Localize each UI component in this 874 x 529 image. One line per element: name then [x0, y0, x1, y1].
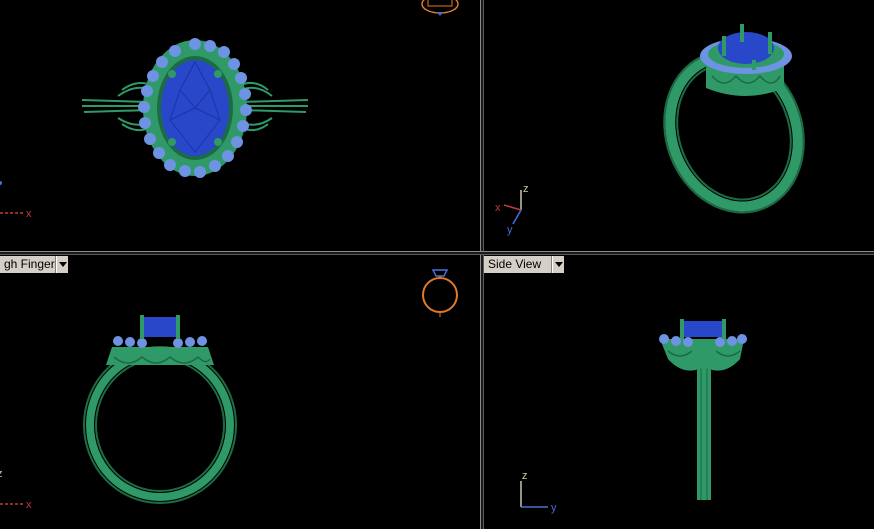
ring-gizmo-icon[interactable] [421, 0, 459, 16]
axis-indicator-side [520, 481, 548, 508]
viewport-front[interactable]: x z gh Finger [0, 255, 480, 529]
view-dropdown-icon[interactable] [56, 256, 68, 273]
head-front [106, 315, 214, 365]
axis-indicator-top [0, 181, 24, 214]
axis-triad-perspective [503, 190, 522, 225]
axis-z-label: z [522, 470, 528, 482]
viewport-side[interactable]: z y Side View [484, 255, 874, 529]
head-side [659, 319, 747, 371]
axis-y-label: y [551, 502, 557, 514]
viewport-perspective[interactable]: z x y [484, 0, 874, 251]
ring-gizmo-icon[interactable] [422, 269, 458, 317]
front-view-canvas: x z [0, 269, 458, 511]
viewport-splitter-horizontal[interactable] [0, 251, 874, 255]
axis-x-label: x [26, 208, 32, 220]
ring-band-front [83, 346, 237, 504]
viewport-label-front[interactable]: gh Finger [0, 256, 56, 273]
center-sapphire-front [144, 317, 178, 337]
head-perspective [700, 24, 792, 96]
axis-x-label: x [495, 202, 501, 214]
ring-band-side [697, 360, 711, 500]
side-view-canvas: z y [520, 319, 747, 514]
axis-z-label: z [523, 183, 529, 195]
viewport-label-side[interactable]: Side View [484, 256, 552, 273]
axis-x-label: x [26, 499, 32, 511]
perspective-view-canvas: z x y [495, 24, 805, 236]
viewport-splitter-vertical[interactable] [480, 0, 484, 529]
view-dropdown-icon[interactable] [552, 256, 564, 273]
center-sapphire-perspective [718, 32, 774, 64]
axis-y-label: y [507, 224, 513, 236]
viewport-top[interactable]: x [0, 0, 480, 251]
axis-z-label: z [0, 468, 3, 480]
top-view-canvas: x [0, 0, 459, 220]
center-sapphire-side [682, 321, 724, 337]
